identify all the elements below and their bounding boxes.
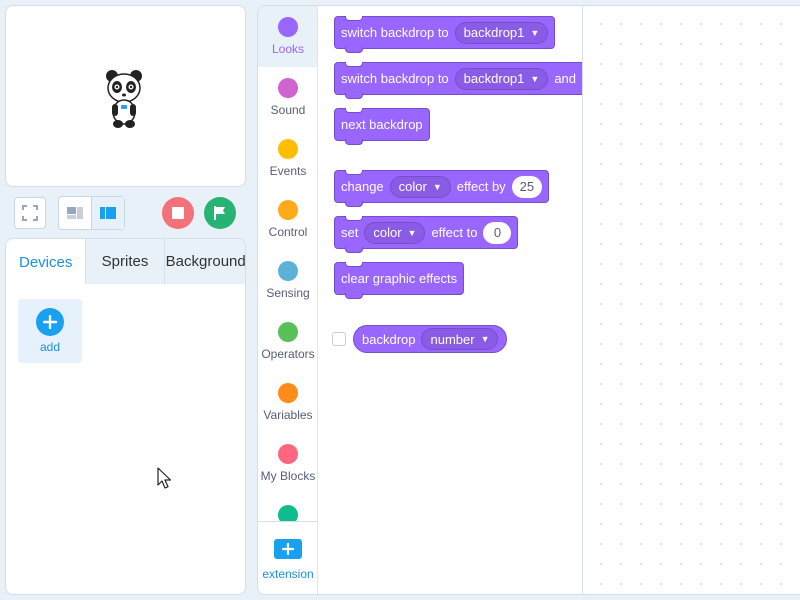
large-stage-layout-icon bbox=[100, 207, 116, 219]
extension-label: extension bbox=[262, 567, 314, 581]
backdrop-property-dropdown[interactable]: number ▼ bbox=[421, 328, 499, 350]
block-flyout: switch backdrop to backdrop1 ▼ switch ba… bbox=[317, 5, 583, 595]
add-label: add bbox=[39, 340, 61, 354]
mouse-cursor-icon bbox=[157, 467, 171, 489]
block-switch-backdrop-and-wait[interactable]: switch backdrop to backdrop1 ▼ and bbox=[334, 62, 582, 99]
category-sound-dot bbox=[278, 78, 298, 98]
add-extension-icon bbox=[274, 539, 302, 559]
block-text: switch backdrop to bbox=[341, 71, 449, 86]
category-my-blocks[interactable]: My Blocks bbox=[258, 433, 317, 494]
caret-down-icon: ▼ bbox=[432, 181, 442, 192]
caret-down-icon: ▼ bbox=[480, 334, 490, 344]
block-text: backdrop bbox=[362, 331, 416, 347]
effect-dropdown[interactable]: color ▼ bbox=[389, 175, 451, 198]
category-label: My Blocks bbox=[260, 469, 316, 483]
backdrop-reporter-row: backdrop number ▼ bbox=[332, 325, 508, 353]
block-text: clear graphic effects bbox=[341, 271, 458, 286]
category-sound[interactable]: Sound bbox=[258, 67, 317, 128]
script-workspace[interactable] bbox=[583, 5, 800, 595]
category-control[interactable]: Control bbox=[258, 189, 317, 250]
add-icon bbox=[36, 308, 64, 336]
stop-button[interactable] bbox=[162, 197, 194, 229]
add-device-button[interactable]: add bbox=[18, 299, 82, 363]
effect-dropdown[interactable]: color ▼ bbox=[364, 221, 426, 244]
category-operators-dot bbox=[278, 322, 298, 342]
caret-down-icon: ▼ bbox=[407, 227, 417, 238]
category-label: Events bbox=[269, 164, 307, 178]
block-text-suffix: and bbox=[554, 71, 577, 86]
caret-down-icon: ▼ bbox=[530, 73, 540, 84]
category-looks[interactable]: Looks bbox=[258, 6, 317, 67]
dropdown-value: backdrop1 bbox=[463, 71, 525, 86]
green-flag-button[interactable] bbox=[204, 197, 236, 229]
green-flag-icon bbox=[214, 206, 225, 220]
caret-down-icon: ▼ bbox=[530, 27, 540, 38]
fullscreen-button[interactable] bbox=[14, 197, 46, 229]
category-menu: Looks Sound Events Control Sensing Opera… bbox=[257, 5, 317, 595]
backdrop-dropdown[interactable]: backdrop1 ▼ bbox=[454, 21, 549, 44]
block-text: change bbox=[341, 179, 384, 194]
category-label: Control bbox=[268, 225, 308, 239]
category-operators[interactable]: Operators bbox=[258, 311, 317, 372]
category-my-blocks-dot bbox=[278, 444, 298, 464]
stop-icon bbox=[172, 207, 184, 219]
block-switch-backdrop[interactable]: switch backdrop to backdrop1 ▼ bbox=[334, 16, 556, 53]
category-sensing[interactable]: Sensing bbox=[258, 250, 317, 311]
block-set-effect[interactable]: set color ▼ effect to 0 bbox=[334, 216, 519, 253]
stage-canvas[interactable] bbox=[5, 5, 246, 187]
category-variables-dot bbox=[278, 383, 298, 403]
category-events-dot bbox=[278, 139, 298, 159]
category-looks-dot bbox=[278, 17, 298, 37]
block-text: effect to bbox=[431, 225, 478, 240]
tab-sprites[interactable]: Sprites bbox=[85, 239, 164, 284]
fullscreen-icon bbox=[22, 205, 38, 221]
category-label: Operators bbox=[261, 347, 315, 361]
small-stage-layout-icon bbox=[67, 207, 83, 219]
tab-background[interactable]: Background bbox=[163, 239, 245, 284]
large-stage-button[interactable] bbox=[91, 197, 124, 229]
dropdown-value: color bbox=[398, 179, 427, 194]
reporter-monitor-checkbox[interactable] bbox=[332, 332, 346, 346]
stage-layout-toggle bbox=[58, 196, 125, 230]
panda-sprite-icon[interactable] bbox=[104, 68, 144, 130]
small-stage-button[interactable] bbox=[59, 197, 91, 229]
category-label: Looks bbox=[271, 42, 305, 56]
block-next-backdrop[interactable]: next backdrop bbox=[334, 108, 430, 145]
backdrop-dropdown[interactable]: backdrop1 ▼ bbox=[454, 67, 549, 90]
category-label: Variables bbox=[263, 408, 313, 422]
category-events[interactable]: Events bbox=[258, 128, 317, 189]
category-variables[interactable]: Variables bbox=[258, 372, 317, 433]
target-tabs: Devices Sprites Background bbox=[6, 239, 245, 285]
block-clear-graphic-effects[interactable]: clear graphic effects bbox=[334, 262, 465, 299]
tab-devices[interactable]: Devices bbox=[6, 239, 86, 285]
stage-controls bbox=[0, 195, 250, 231]
block-text: next backdrop bbox=[341, 117, 423, 132]
dropdown-value: number bbox=[430, 331, 475, 347]
block-text: effect by bbox=[456, 179, 506, 194]
effect-amount-input[interactable]: 25 bbox=[511, 175, 543, 198]
devices-panel: Devices Sprites Background add bbox=[5, 238, 246, 595]
block-change-effect[interactable]: change color ▼ effect by 25 bbox=[334, 170, 550, 207]
block-text: switch backdrop to bbox=[341, 25, 449, 40]
category-sensing-dot bbox=[278, 261, 298, 281]
category-control-dot bbox=[278, 200, 298, 220]
category-label: Sound bbox=[270, 103, 306, 117]
dropdown-value: color bbox=[373, 225, 402, 240]
category-label: Sensing bbox=[266, 286, 310, 300]
effect-value-input[interactable]: 0 bbox=[483, 221, 512, 244]
dropdown-value: backdrop1 bbox=[463, 25, 525, 40]
extension-button[interactable]: extension bbox=[258, 522, 317, 594]
block-backdrop-reporter[interactable]: backdrop number ▼ bbox=[353, 325, 508, 353]
block-text: set bbox=[341, 225, 359, 240]
